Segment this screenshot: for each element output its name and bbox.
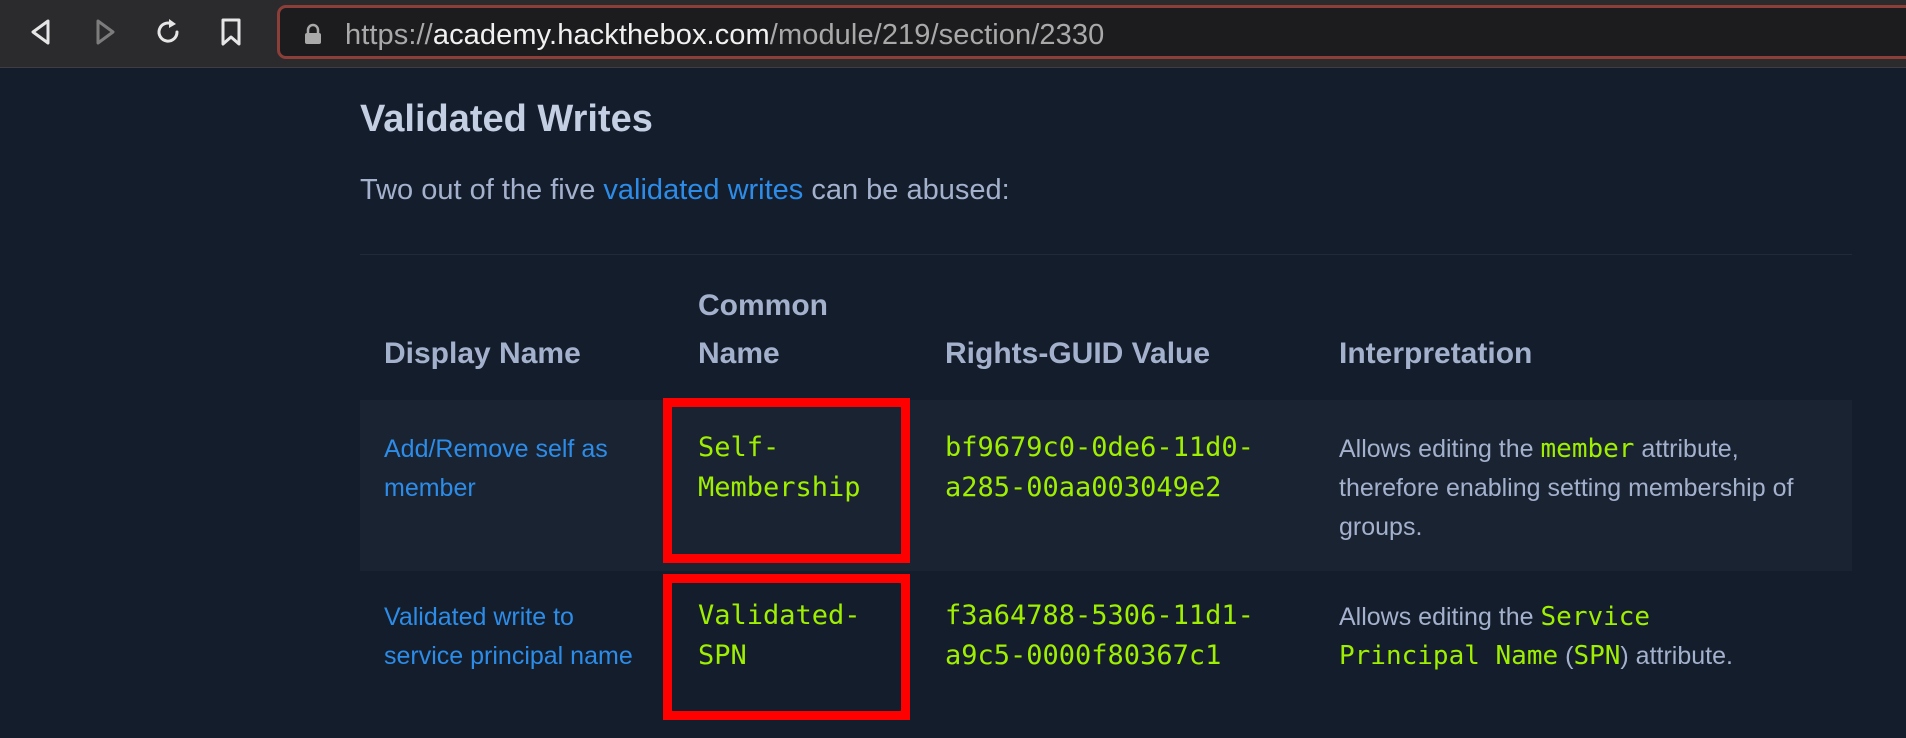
lock-icon	[304, 23, 322, 50]
validated-writes-link[interactable]: validated writes	[603, 174, 803, 206]
row2-guid: f3a64788-5306-11d1- a9c5-0000f80367c1	[945, 600, 1254, 671]
forward-arrow-icon[interactable]	[87, 14, 123, 50]
highlight-box-validated-spn	[663, 574, 910, 720]
header-display-name: Display Name	[384, 337, 581, 370]
address-bar[interactable]: https://academy.hackthebox.com/module/21…	[277, 5, 1906, 59]
reload-icon[interactable]	[150, 14, 186, 50]
row2-display-name-link[interactable]: Validated write to service principal nam…	[384, 598, 633, 676]
intro-paragraph: Two out of the five validated writes can…	[360, 174, 1010, 206]
row1-guid: bf9679c0-0de6-11d0- a285-00aa003049e2	[945, 432, 1254, 503]
header-rights-guid: Rights-GUID Value	[945, 337, 1211, 370]
section-title: Validated Writes	[360, 98, 653, 140]
row2-interpretation: Allows editing the Service Principal Nam…	[1339, 602, 1733, 671]
table-top-divider	[360, 254, 1852, 255]
back-arrow-icon[interactable]	[23, 14, 59, 50]
browser-toolbar: https://academy.hackthebox.com/module/21…	[0, 0, 1906, 68]
bookmark-icon[interactable]	[213, 14, 249, 50]
url-text[interactable]: https://academy.hackthebox.com/module/21…	[345, 19, 1104, 52]
member-code: member	[1540, 434, 1635, 464]
header-interpretation: Interpretation	[1339, 337, 1533, 370]
row1-interpretation: Allows editing the member attribute, the…	[1339, 434, 1794, 541]
row1-display-name-link[interactable]: Add/Remove self as member	[384, 430, 608, 508]
header-common-name: Common Name	[698, 289, 828, 370]
highlight-box-self-membership	[663, 398, 910, 563]
